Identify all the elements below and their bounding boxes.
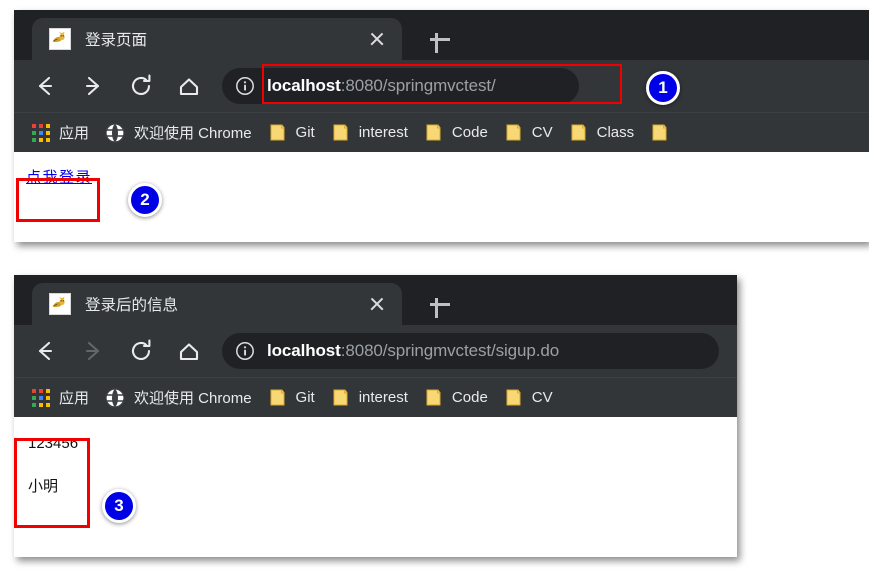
bookmark-folder-interest[interactable]: interest — [331, 388, 420, 407]
close-icon[interactable] — [364, 26, 390, 52]
bookmark-label: CV — [531, 124, 553, 141]
address-bar[interactable]: localhost:8080/springmvctest/sigup.do — [222, 333, 719, 369]
globe-icon — [105, 387, 125, 408]
bookmark-apps[interactable]: 应用 — [32, 122, 101, 143]
info-circle-icon[interactable] — [235, 341, 255, 361]
login-link[interactable]: 点我登录 — [26, 166, 92, 187]
bookmark-label: Code — [451, 124, 488, 141]
bookmark-label: Git — [295, 389, 315, 406]
address-bar-url: localhost:8080/springmvctest/ — [267, 76, 496, 96]
folder-icon — [650, 123, 669, 142]
bookmark-label: 欢迎使用 Chrome — [134, 390, 252, 407]
browser-toolbar: localhost:8080/springmvctest/ — [14, 60, 869, 112]
apps-grid-icon — [32, 123, 50, 142]
bookmark-label: Git — [295, 124, 315, 141]
bookmark-label: 欢迎使用 Chrome — [134, 125, 252, 142]
info-circle-icon[interactable] — [235, 76, 255, 96]
annotation-badge-1: 1 — [646, 71, 680, 105]
bookmark-folder-cv[interactable]: CV — [504, 123, 565, 142]
result-password-text: 123456 — [28, 435, 79, 452]
bookmark-folder-code[interactable]: Code — [424, 123, 500, 142]
annotation-badge-3: 3 — [102, 489, 136, 523]
globe-icon — [105, 122, 125, 143]
result-name-text: 小明 — [28, 478, 59, 495]
reload-icon[interactable] — [124, 69, 158, 103]
reload-icon[interactable] — [124, 334, 158, 368]
bookmark-label: 应用 — [59, 390, 90, 407]
folder-icon — [569, 123, 588, 142]
bookmark-label: interest — [358, 124, 408, 141]
folder-icon — [331, 123, 350, 142]
forward-arrow-icon — [76, 334, 110, 368]
bookmark-label: 应用 — [59, 125, 90, 142]
annotation-badge-2: 2 — [128, 183, 162, 217]
apps-grid-icon — [32, 388, 50, 407]
screenshot-stage: 登录页面 localhost:8080/springmvctest/ 应用 欢迎… — [0, 0, 869, 576]
folder-icon — [504, 123, 523, 142]
bookmark-label: CV — [531, 389, 553, 406]
folder-icon — [424, 388, 443, 407]
bookmark-welcome-chrome[interactable]: 欢迎使用 Chrome — [105, 122, 264, 143]
tomcat-favicon — [49, 293, 71, 315]
tab-strip: 登录后的信息 — [14, 275, 737, 325]
bookmark-folder-git[interactable]: Git — [268, 388, 327, 407]
browser-toolbar: localhost:8080/springmvctest/sigup.do — [14, 325, 737, 377]
folder-icon — [268, 123, 287, 142]
url-path: :8080/springmvctest/sigup.do — [340, 341, 560, 360]
tab-title: 登录后的信息 — [85, 297, 179, 314]
bookmark-label: Code — [451, 389, 488, 406]
bookmark-label: Class — [596, 124, 635, 141]
bookmark-folder-interest[interactable]: interest — [331, 123, 420, 142]
bookmark-folder-code[interactable]: Code — [424, 388, 500, 407]
browser-tab[interactable]: 登录后的信息 — [32, 283, 402, 325]
bookmark-folder-cv[interactable]: CV — [504, 388, 565, 407]
folder-icon — [504, 388, 523, 407]
page-viewport-result: 123456 小明 — [14, 417, 737, 557]
tab-strip: 登录页面 — [14, 10, 869, 60]
bookmark-welcome-chrome[interactable]: 欢迎使用 Chrome — [105, 387, 264, 408]
home-icon[interactable] — [172, 69, 206, 103]
new-tab-icon[interactable] — [426, 290, 454, 318]
address-bar[interactable]: localhost:8080/springmvctest/ — [222, 68, 579, 104]
url-host: localhost — [267, 341, 341, 360]
bookmark-apps[interactable]: 应用 — [32, 387, 101, 408]
tomcat-favicon — [49, 28, 71, 50]
bookmark-label: interest — [358, 389, 408, 406]
back-arrow-icon[interactable] — [28, 69, 62, 103]
folder-icon — [331, 388, 350, 407]
forward-arrow-icon[interactable] — [76, 69, 110, 103]
back-arrow-icon[interactable] — [28, 334, 62, 368]
bookmark-folder-class[interactable]: Class — [569, 123, 647, 142]
bookmarks-bar: 应用 欢迎使用 Chrome Git interest — [14, 377, 737, 417]
url-path: :8080/springmvctest/ — [340, 76, 496, 95]
bookmarks-bar: 应用 欢迎使用 Chrome Git interest — [14, 112, 869, 152]
address-bar-url: localhost:8080/springmvctest/sigup.do — [267, 341, 559, 361]
bookmark-folder-git[interactable]: Git — [268, 123, 327, 142]
bookmark-folder-overflow[interactable] — [650, 123, 690, 142]
folder-icon — [268, 388, 287, 407]
new-tab-icon[interactable] — [426, 25, 454, 53]
tab-title: 登录页面 — [85, 32, 148, 49]
url-host: localhost — [267, 76, 341, 95]
close-icon[interactable] — [364, 291, 390, 317]
browser-tab[interactable]: 登录页面 — [32, 18, 402, 60]
folder-icon — [424, 123, 443, 142]
home-icon[interactable] — [172, 334, 206, 368]
